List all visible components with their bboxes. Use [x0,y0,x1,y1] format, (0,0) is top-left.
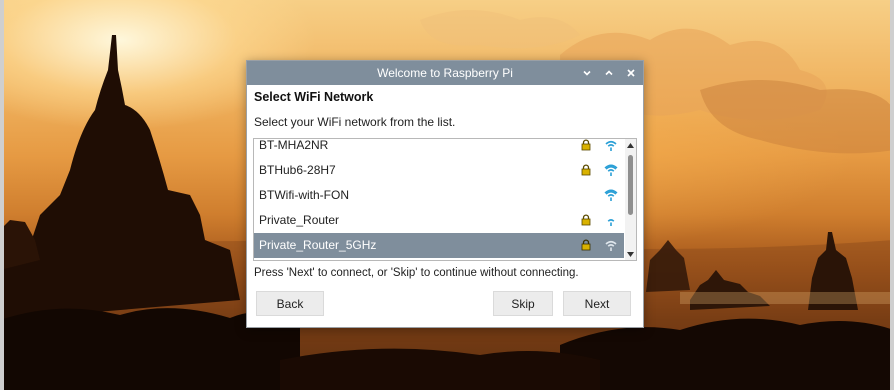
skip-button[interactable]: Skip [493,291,553,316]
scroll-down-arrow-icon[interactable] [626,250,635,258]
lock-icon [581,164,591,176]
network-name: Private_Router_5GHz [259,238,377,252]
close-icon[interactable] [625,67,637,79]
network-row[interactable]: BT-MHA2NR [254,138,624,158]
wifi-icon [604,164,618,176]
lock-icon [581,239,591,251]
welcome-dialog: Welcome to Raspberry Pi Select WiFi Netw… [246,60,644,328]
network-name: Private_Router [259,213,340,227]
minimize-icon[interactable] [581,67,593,79]
connect-hint: Press 'Next' to connect, or 'Skip' to co… [254,267,579,279]
network-name: BTHub6-28H7 [259,163,336,177]
lock-icon [581,139,591,151]
wifi-network-list[interactable]: BT-MHA2NR BTHub6-28H7 BTWifi-with-FON Pr… [253,138,637,261]
dialog-subtitle: Select your WiFi network from the list. [254,115,456,129]
wifi-network-rows: BT-MHA2NR BTHub6-28H7 BTWifi-with-FON Pr… [254,138,624,258]
scroll-up-arrow-icon[interactable] [626,141,635,149]
network-name: BTWifi-with-FON [259,188,349,202]
titlebar[interactable]: Welcome to Raspberry Pi [247,61,643,85]
dialog-heading: Select WiFi Network [254,90,374,104]
wifi-icon [605,140,617,151]
network-row[interactable]: Private_Router [254,208,624,233]
network-row[interactable]: BTWifi-with-FON [254,183,624,208]
wifi-icon [605,240,617,251]
network-name: BT-MHA2NR [259,138,329,152]
network-row[interactable]: BTHub6-28H7 [254,158,624,183]
network-row-selected[interactable]: Private_Router_5GHz [254,233,624,258]
wifi-icon [607,219,615,226]
window-controls [581,61,637,85]
next-button[interactable]: Next [563,291,631,316]
wifi-icon [604,189,618,201]
back-button[interactable]: Back [256,291,324,316]
window-title: Welcome to Raspberry Pi [377,66,513,80]
maximize-icon[interactable] [603,67,615,79]
lock-icon [581,214,591,226]
scrollbar-thumb[interactable] [628,155,633,215]
list-scrollbar[interactable] [625,139,636,260]
